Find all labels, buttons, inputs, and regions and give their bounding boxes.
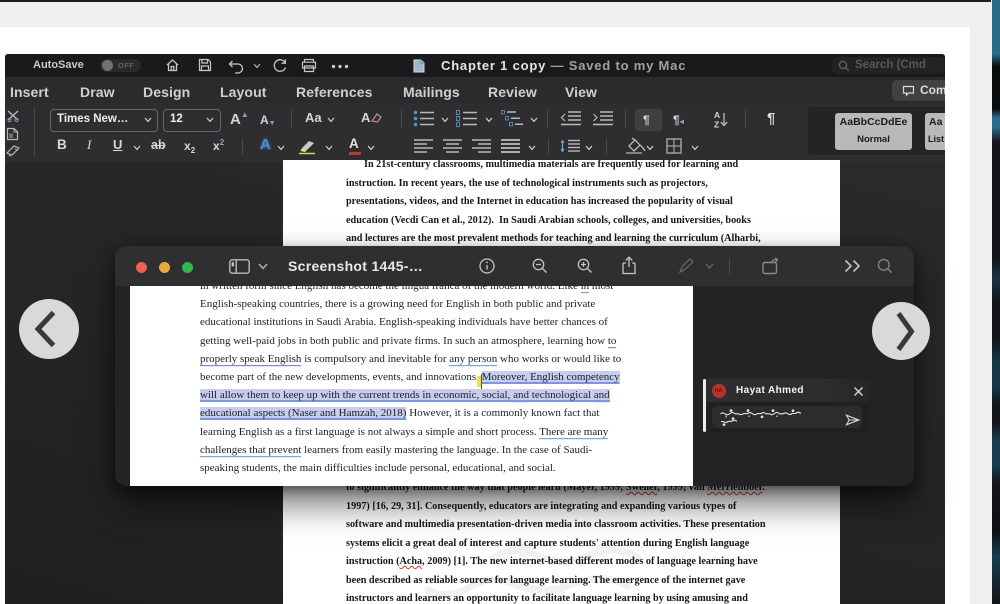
svg-text:Z: Z — [714, 120, 719, 130]
svg-text:A: A — [714, 110, 720, 120]
